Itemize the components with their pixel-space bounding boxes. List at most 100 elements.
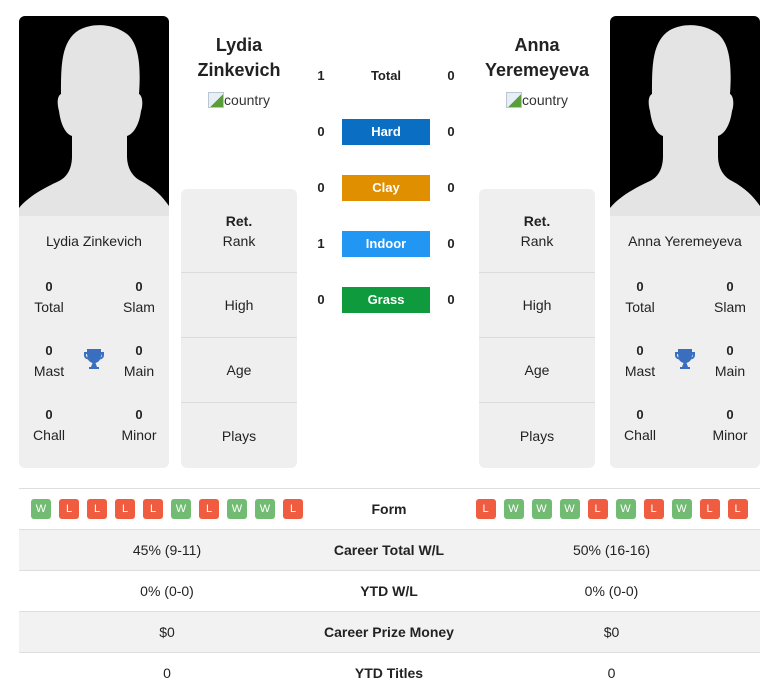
form-loss-badge[interactable]: L	[475, 499, 496, 519]
table-row: 45% (9-11) Career Total W/L 50% (16-16)	[19, 529, 760, 570]
form-win-badge[interactable]: W	[615, 499, 636, 519]
rank-label: Rank	[222, 232, 256, 249]
stat-label: Chall	[33, 427, 65, 443]
form-loss-badge[interactable]: L	[727, 499, 748, 519]
p2-count: 0	[447, 236, 455, 251]
stat-value: 0	[45, 407, 53, 422]
player2-value: 0% (0-0)	[584, 583, 639, 599]
p1-count: 0	[317, 292, 325, 307]
player1-first-name: Lydia	[215, 35, 263, 55]
form-win-badge[interactable]: W	[503, 499, 524, 519]
player2-titles-mast: 0 Mast	[610, 341, 670, 381]
stat-value: 0	[135, 279, 143, 294]
form-loss-badge[interactable]: L	[115, 499, 135, 519]
stat-label: Slam	[714, 299, 746, 315]
form-win-badge[interactable]: W	[671, 499, 692, 519]
table-row: 0 YTD Titles 0	[19, 652, 760, 693]
country-alt-text: country	[522, 92, 568, 108]
form-win-badge[interactable]: W	[31, 499, 51, 519]
surface-hard-badge[interactable]: Hard	[342, 119, 430, 145]
high-label: High	[224, 297, 254, 313]
player1-name-link[interactable]: Lydia Zinkevich	[164, 33, 314, 83]
form-loss-badge[interactable]: L	[643, 499, 664, 519]
player1-age: Age	[181, 338, 297, 403]
broken-image-icon	[208, 92, 225, 108]
p2-count: 0	[447, 124, 455, 139]
p2-count: 0	[447, 180, 455, 195]
stat-value: 0	[636, 407, 644, 422]
player1-value: 0% (0-0)	[140, 583, 194, 599]
stat-label: Minor	[121, 427, 157, 443]
stat-value: 0	[135, 343, 143, 358]
surface-clay-badge[interactable]: Clay	[342, 175, 430, 201]
player2-first-name: Anna	[514, 35, 560, 55]
form-win-badge[interactable]: W	[227, 499, 247, 519]
player1-value: 45% (9-11)	[132, 542, 202, 558]
rank-value: Ret.	[225, 212, 253, 229]
form-win-badge[interactable]: W	[531, 499, 552, 519]
form-win-badge[interactable]: W	[559, 499, 580, 519]
country-alt-text: country	[224, 92, 270, 108]
player1-card-name[interactable]: Lydia Zinkevich	[19, 233, 169, 249]
player1-rank: Ret. Rank	[181, 189, 297, 273]
player2-plays: Plays	[479, 403, 595, 468]
trophy-icon	[675, 349, 695, 369]
player1-titles-minor: 0 Minor	[109, 405, 169, 445]
stat-value: 0	[636, 343, 644, 358]
player1-titles-slam: 0 Slam	[109, 277, 169, 317]
player2-info-panel: Ret. Rank High Age Plays	[479, 189, 595, 468]
player1-titles-chall: 0 Chall	[19, 405, 79, 445]
stat-value: 0	[45, 343, 53, 358]
player2-rank: Ret. Rank	[479, 189, 595, 273]
form-label: Form	[371, 501, 407, 517]
player2-name-link[interactable]: Anna Yeremeyeva	[462, 33, 612, 83]
silhouette-icon	[19, 25, 169, 216]
surface-indoor-badge[interactable]: Indoor	[342, 231, 430, 257]
rank-label: Rank	[520, 232, 554, 249]
player2-value: $0	[603, 624, 620, 640]
comparison-table: WLLLLWLWWL Form LWWWLWLWLL 45% (9-11) Ca…	[19, 488, 760, 693]
row-label: Career Total W/L	[333, 542, 445, 558]
form-loss-badge[interactable]: L	[199, 499, 219, 519]
stat-value: 0	[726, 279, 734, 294]
player1-plays: Plays	[181, 403, 297, 468]
form-loss-badge[interactable]: L	[87, 499, 107, 519]
player2-last-name: Yeremeyeva	[484, 60, 590, 80]
stat-label: Chall	[624, 427, 656, 443]
surface-grass-badge[interactable]: Grass	[342, 287, 430, 313]
h2h-grass-row: 0 Grass 0	[310, 286, 465, 314]
p2-count: 0	[447, 292, 455, 307]
stat-value: 0	[45, 279, 53, 294]
p1-count: 1	[317, 236, 325, 251]
player2-age: Age	[479, 338, 595, 403]
h2h-total-label: Total	[370, 68, 402, 83]
p1-count: 1	[317, 68, 325, 83]
player2-titles-chall: 0 Chall	[610, 405, 670, 445]
player2-photo	[610, 16, 760, 216]
stat-label: Mast	[33, 363, 65, 379]
player2-card-name[interactable]: Anna Yeremeyeva	[610, 233, 760, 249]
player1-titles-mast: 0 Mast	[19, 341, 79, 381]
player1-value: 0	[163, 665, 171, 681]
h2h-indoor-row: 1 Indoor 0	[310, 230, 465, 258]
form-loss-badge[interactable]: L	[283, 499, 303, 519]
player1-photo	[19, 16, 169, 216]
form-loss-badge[interactable]: L	[143, 499, 163, 519]
h2h-total-row: 1 Total 0	[310, 62, 465, 90]
player1-titles-main: 0 Main	[109, 341, 169, 381]
form-loss-badge[interactable]: L	[699, 499, 720, 519]
player2-titles-slam: 0 Slam	[700, 277, 760, 317]
form-win-badge[interactable]: W	[255, 499, 275, 519]
player2-high: High	[479, 273, 595, 338]
stat-label: Mast	[624, 363, 656, 379]
row-label: YTD W/L	[360, 583, 418, 599]
broken-image-icon	[506, 92, 523, 108]
form-loss-badge[interactable]: L	[587, 499, 608, 519]
stat-label: Main	[123, 363, 155, 379]
player2-titles-total: 0 Total	[610, 277, 670, 317]
form-win-badge[interactable]: W	[171, 499, 191, 519]
form-loss-badge[interactable]: L	[59, 499, 79, 519]
p1-count: 0	[317, 180, 325, 195]
p2-count: 0	[447, 68, 455, 83]
age-label: Age	[524, 362, 550, 378]
